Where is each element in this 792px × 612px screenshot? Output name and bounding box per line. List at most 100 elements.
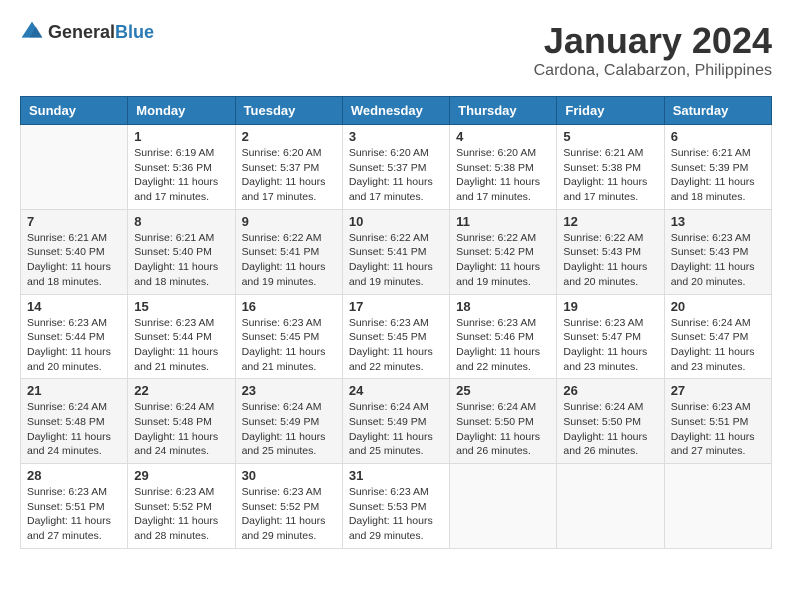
cell-info: Sunrise: 6:21 AMSunset: 5:40 PMDaylight:… [27,231,121,290]
calendar-cell: 22Sunrise: 6:24 AMSunset: 5:48 PMDayligh… [128,379,235,464]
calendar-cell: 19Sunrise: 6:23 AMSunset: 5:47 PMDayligh… [557,294,664,379]
day-number: 20 [671,299,765,314]
calendar-day-header: Sunday [21,97,128,125]
day-number: 1 [134,129,228,144]
day-number: 25 [456,383,550,398]
calendar-week-row: 7 Sunrise: 6:21 AMSunset: 5:40 PMDaylight… [21,209,772,294]
calendar-cell: 20 Sunrise: 6:24 AMSunset: 5:47 PMDayligh… [664,294,771,379]
logo: GeneralBlue [20,20,154,44]
day-number: 26 [563,383,657,398]
cell-info: Sunrise: 6:20 AMSunset: 5:37 PMDaylight:… [349,146,443,205]
day-number: 2 [242,129,336,144]
cell-info: Sunrise: 6:23 AMSunset: 5:53 PMDaylight:… [349,485,443,544]
day-number: 19 [563,299,657,314]
cell-info: Sunrise: 6:23 AMSunset: 5:44 PMDaylight:… [134,316,228,375]
calendar-cell: 4Sunrise: 6:20 AMSunset: 5:38 PMDaylight… [450,125,557,210]
calendar-cell: 12 Sunrise: 6:22 AMSunset: 5:43 PMDayligh… [557,209,664,294]
day-number: 21 [27,383,121,398]
calendar-cell: 9 Sunrise: 6:22 AMSunset: 5:41 PMDaylight… [235,209,342,294]
cell-info: Sunrise: 6:21 AMSunset: 5:40 PMDaylight:… [134,231,228,290]
calendar-cell: 5 Sunrise: 6:21 AMSunset: 5:38 PMDaylight… [557,125,664,210]
cell-info: Sunrise: 6:23 AMSunset: 5:46 PMDaylight:… [456,316,550,375]
day-number: 11 [456,214,550,229]
cell-info: Sunrise: 6:23 AMSunset: 5:44 PMDaylight:… [27,316,121,375]
calendar-cell [557,464,664,549]
cell-info: Sunrise: 6:21 AMSunset: 5:39 PMDaylight:… [671,146,765,205]
day-number: 30 [242,468,336,483]
calendar-cell: 10Sunrise: 6:22 AMSunset: 5:41 PMDayligh… [342,209,449,294]
day-number: 13 [671,214,765,229]
logo-text-blue: Blue [115,22,154,42]
cell-info: Sunrise: 6:20 AMSunset: 5:37 PMDaylight:… [242,146,336,205]
calendar-cell: 7 Sunrise: 6:21 AMSunset: 5:40 PMDaylight… [21,209,128,294]
day-number: 28 [27,468,121,483]
calendar-cell: 11 Sunrise: 6:22 AMSunset: 5:42 PMDayligh… [450,209,557,294]
calendar-cell: 1 Sunrise: 6:19 AMSunset: 5:36 PMDaylight… [128,125,235,210]
cell-info: Sunrise: 6:24 AMSunset: 5:48 PMDaylight:… [134,400,228,459]
cell-info: Sunrise: 6:23 AMSunset: 5:43 PMDaylight:… [671,231,765,290]
calendar-cell: 14 Sunrise: 6:23 AMSunset: 5:44 PMDayligh… [21,294,128,379]
cell-info: Sunrise: 6:21 AMSunset: 5:38 PMDaylight:… [563,146,657,205]
calendar-cell: 27 Sunrise: 6:23 AMSunset: 5:51 PMDayligh… [664,379,771,464]
cell-info: Sunrise: 6:22 AMSunset: 5:41 PMDaylight:… [242,231,336,290]
calendar-cell: 6Sunrise: 6:21 AMSunset: 5:39 PMDaylight… [664,125,771,210]
title-area: January 2024 Cardona, Calabarzon, Philip… [534,20,772,80]
calendar-cell: 2 Sunrise: 6:20 AMSunset: 5:37 PMDaylight… [235,125,342,210]
calendar-cell: 18 Sunrise: 6:23 AMSunset: 5:46 PMDayligh… [450,294,557,379]
day-number: 24 [349,383,443,398]
cell-info: Sunrise: 6:23 AMSunset: 5:52 PMDaylight:… [242,485,336,544]
cell-info: Sunrise: 6:24 AMSunset: 5:47 PMDaylight:… [671,316,765,375]
calendar-cell [21,125,128,210]
day-number: 14 [27,299,121,314]
calendar-week-row: 14 Sunrise: 6:23 AMSunset: 5:44 PMDayligh… [21,294,772,379]
day-number: 9 [242,214,336,229]
cell-info: Sunrise: 6:24 AMSunset: 5:50 PMDaylight:… [456,400,550,459]
calendar-cell: 8 Sunrise: 6:21 AMSunset: 5:40 PMDaylight… [128,209,235,294]
calendar-day-header: Saturday [664,97,771,125]
logo-text-general: General [48,22,115,42]
cell-info: Sunrise: 6:24 AMSunset: 5:50 PMDaylight:… [563,400,657,459]
calendar-cell: 24 Sunrise: 6:24 AMSunset: 5:49 PMDayligh… [342,379,449,464]
day-number: 5 [563,129,657,144]
calendar-cell: 30 Sunrise: 6:23 AMSunset: 5:52 PMDayligh… [235,464,342,549]
calendar-cell: 3 Sunrise: 6:20 AMSunset: 5:37 PMDaylight… [342,125,449,210]
day-number: 8 [134,214,228,229]
calendar-cell: 21 Sunrise: 6:24 AMSunset: 5:48 PMDayligh… [21,379,128,464]
calendar-cell [450,464,557,549]
calendar-cell: 26 Sunrise: 6:24 AMSunset: 5:50 PMDayligh… [557,379,664,464]
cell-info: Sunrise: 6:22 AMSunset: 5:43 PMDaylight:… [563,231,657,290]
calendar-body: 1 Sunrise: 6:19 AMSunset: 5:36 PMDaylight… [21,125,772,549]
calendar-week-row: 28Sunrise: 6:23 AMSunset: 5:51 PMDayligh… [21,464,772,549]
calendar-cell: 15 Sunrise: 6:23 AMSunset: 5:44 PMDayligh… [128,294,235,379]
day-number: 12 [563,214,657,229]
calendar-day-header: Wednesday [342,97,449,125]
day-number: 7 [27,214,121,229]
cell-info: Sunrise: 6:24 AMSunset: 5:49 PMDaylight:… [349,400,443,459]
day-number: 15 [134,299,228,314]
month-title: January 2024 [534,20,772,62]
cell-info: Sunrise: 6:24 AMSunset: 5:48 PMDaylight:… [27,400,121,459]
day-number: 18 [456,299,550,314]
day-number: 10 [349,214,443,229]
location-title: Cardona, Calabarzon, Philippines [534,62,772,80]
cell-info: Sunrise: 6:24 AMSunset: 5:49 PMDaylight:… [242,400,336,459]
calendar-cell: 23Sunrise: 6:24 AMSunset: 5:49 PMDayligh… [235,379,342,464]
day-number: 27 [671,383,765,398]
calendar-day-header: Tuesday [235,97,342,125]
cell-info: Sunrise: 6:23 AMSunset: 5:45 PMDaylight:… [242,316,336,375]
cell-info: Sunrise: 6:22 AMSunset: 5:42 PMDaylight:… [456,231,550,290]
calendar-day-header: Thursday [450,97,557,125]
day-number: 16 [242,299,336,314]
calendar-cell: 13 Sunrise: 6:23 AMSunset: 5:43 PMDayligh… [664,209,771,294]
calendar-cell: 17Sunrise: 6:23 AMSunset: 5:45 PMDayligh… [342,294,449,379]
day-number: 31 [349,468,443,483]
calendar-day-header: Monday [128,97,235,125]
cell-info: Sunrise: 6:23 AMSunset: 5:51 PMDaylight:… [671,400,765,459]
cell-info: Sunrise: 6:19 AMSunset: 5:36 PMDaylight:… [134,146,228,205]
calendar-header-row: SundayMondayTuesdayWednesdayThursdayFrid… [21,97,772,125]
day-number: 3 [349,129,443,144]
calendar-cell: 16 Sunrise: 6:23 AMSunset: 5:45 PMDayligh… [235,294,342,379]
day-number: 17 [349,299,443,314]
calendar-table: SundayMondayTuesdayWednesdayThursdayFrid… [20,96,772,549]
calendar-week-row: 1 Sunrise: 6:19 AMSunset: 5:36 PMDaylight… [21,125,772,210]
